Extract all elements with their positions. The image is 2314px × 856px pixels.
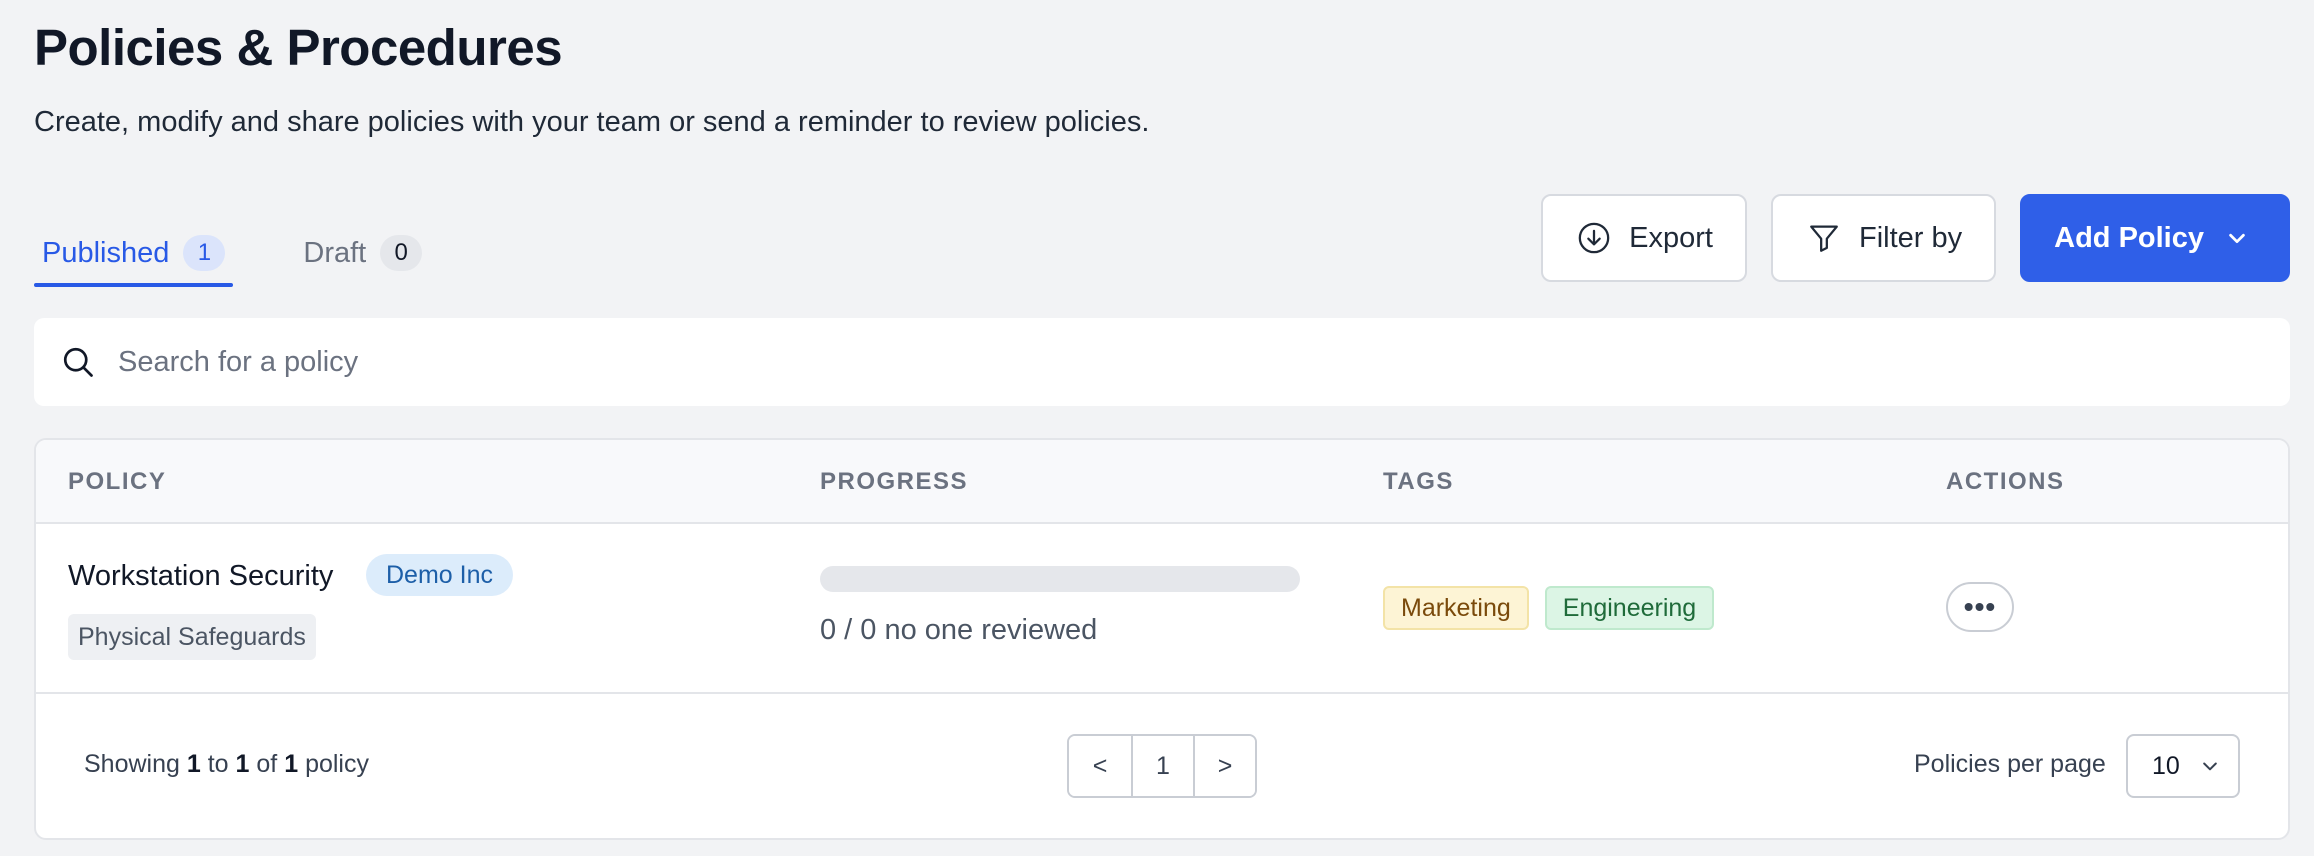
column-header-policy: POLICY bbox=[68, 468, 167, 495]
column-header-tags: TAGS bbox=[1383, 468, 1454, 495]
showing-from: 1 bbox=[186, 750, 201, 778]
filter-button[interactable]: Filter by bbox=[1771, 194, 1997, 282]
download-circle-icon bbox=[1577, 221, 1611, 255]
more-horizontal-icon: ••• bbox=[1963, 591, 1997, 622]
tab-draft[interactable]: Draft 0 bbox=[295, 220, 430, 286]
add-policy-button[interactable]: Add Policy bbox=[2020, 194, 2290, 282]
page-title: Policies & Procedures bbox=[34, 19, 563, 76]
tag-list: Marketing Engineering bbox=[1383, 586, 1715, 630]
tab-draft-label: Draft bbox=[303, 236, 367, 269]
chevron-down-icon bbox=[2200, 756, 2220, 776]
showing-total: 1 bbox=[284, 750, 299, 778]
table-row[interactable]: Workstation Security Demo Inc Physical S… bbox=[36, 524, 2288, 694]
search-icon bbox=[60, 344, 96, 380]
pagination-summary: Showing 1 to 1 of 1 policy bbox=[84, 750, 369, 779]
category-badge: Physical Safeguards bbox=[68, 614, 316, 660]
chevron-down-icon bbox=[2226, 227, 2248, 249]
tab-published[interactable]: Published 1 bbox=[34, 220, 234, 287]
tab-published-label: Published bbox=[42, 236, 170, 269]
export-button[interactable]: Export bbox=[1541, 194, 1747, 282]
column-header-actions: ACTIONS bbox=[1946, 468, 2065, 495]
export-label: Export bbox=[1629, 221, 1713, 254]
policies-table: POLICY PROGRESS TAGS ACTIONS Workstation… bbox=[34, 438, 2290, 840]
row-actions-button[interactable]: ••• bbox=[1946, 582, 2014, 632]
tab-published-count: 1 bbox=[183, 235, 226, 271]
policy-name-link[interactable]: Workstation Security bbox=[68, 560, 333, 593]
next-page-button[interactable]: > bbox=[1193, 736, 1255, 796]
column-header-progress: PROGRESS bbox=[820, 468, 969, 495]
per-page-value: 10 bbox=[2152, 751, 2180, 780]
funnel-icon bbox=[1807, 221, 1841, 255]
page-subtitle: Create, modify and share policies with y… bbox=[34, 106, 1150, 138]
tabs: Published 1 Draft 0 bbox=[34, 220, 492, 287]
pagination: < 1 > bbox=[1067, 734, 1257, 798]
table-footer: Showing 1 to 1 of 1 policy < 1 > Policie… bbox=[36, 694, 2288, 838]
search-input[interactable] bbox=[118, 345, 1918, 379]
search-box bbox=[34, 318, 2290, 406]
prev-page-button[interactable]: < bbox=[1069, 736, 1131, 796]
showing-suffix: policy bbox=[305, 750, 369, 778]
table-header: POLICY PROGRESS TAGS ACTIONS bbox=[36, 440, 2288, 524]
progress-text: 0 / 0 no one reviewed bbox=[820, 614, 1098, 646]
tag-engineering: Engineering bbox=[1544, 586, 1715, 630]
toolbar: Export Filter by Add Policy bbox=[1541, 194, 2290, 282]
add-policy-label: Add Policy bbox=[2054, 221, 2204, 254]
tag-marketing: Marketing bbox=[1383, 586, 1529, 630]
showing-of-word: of bbox=[256, 750, 278, 778]
per-page-label: Policies per page bbox=[1914, 750, 2106, 778]
page-number-button[interactable]: 1 bbox=[1131, 736, 1193, 796]
filter-label: Filter by bbox=[1859, 221, 1963, 254]
showing-to-word: to bbox=[207, 750, 229, 778]
tab-draft-count: 0 bbox=[380, 235, 423, 271]
per-page-select[interactable]: 10 bbox=[2126, 734, 2240, 798]
owner-badge: Demo Inc bbox=[366, 554, 513, 596]
policies-page: Policies & Procedures Create, modify and… bbox=[0, 0, 2314, 856]
showing-to: 1 bbox=[235, 750, 250, 778]
progress-bar bbox=[820, 566, 1300, 592]
showing-prefix: Showing bbox=[84, 750, 180, 778]
